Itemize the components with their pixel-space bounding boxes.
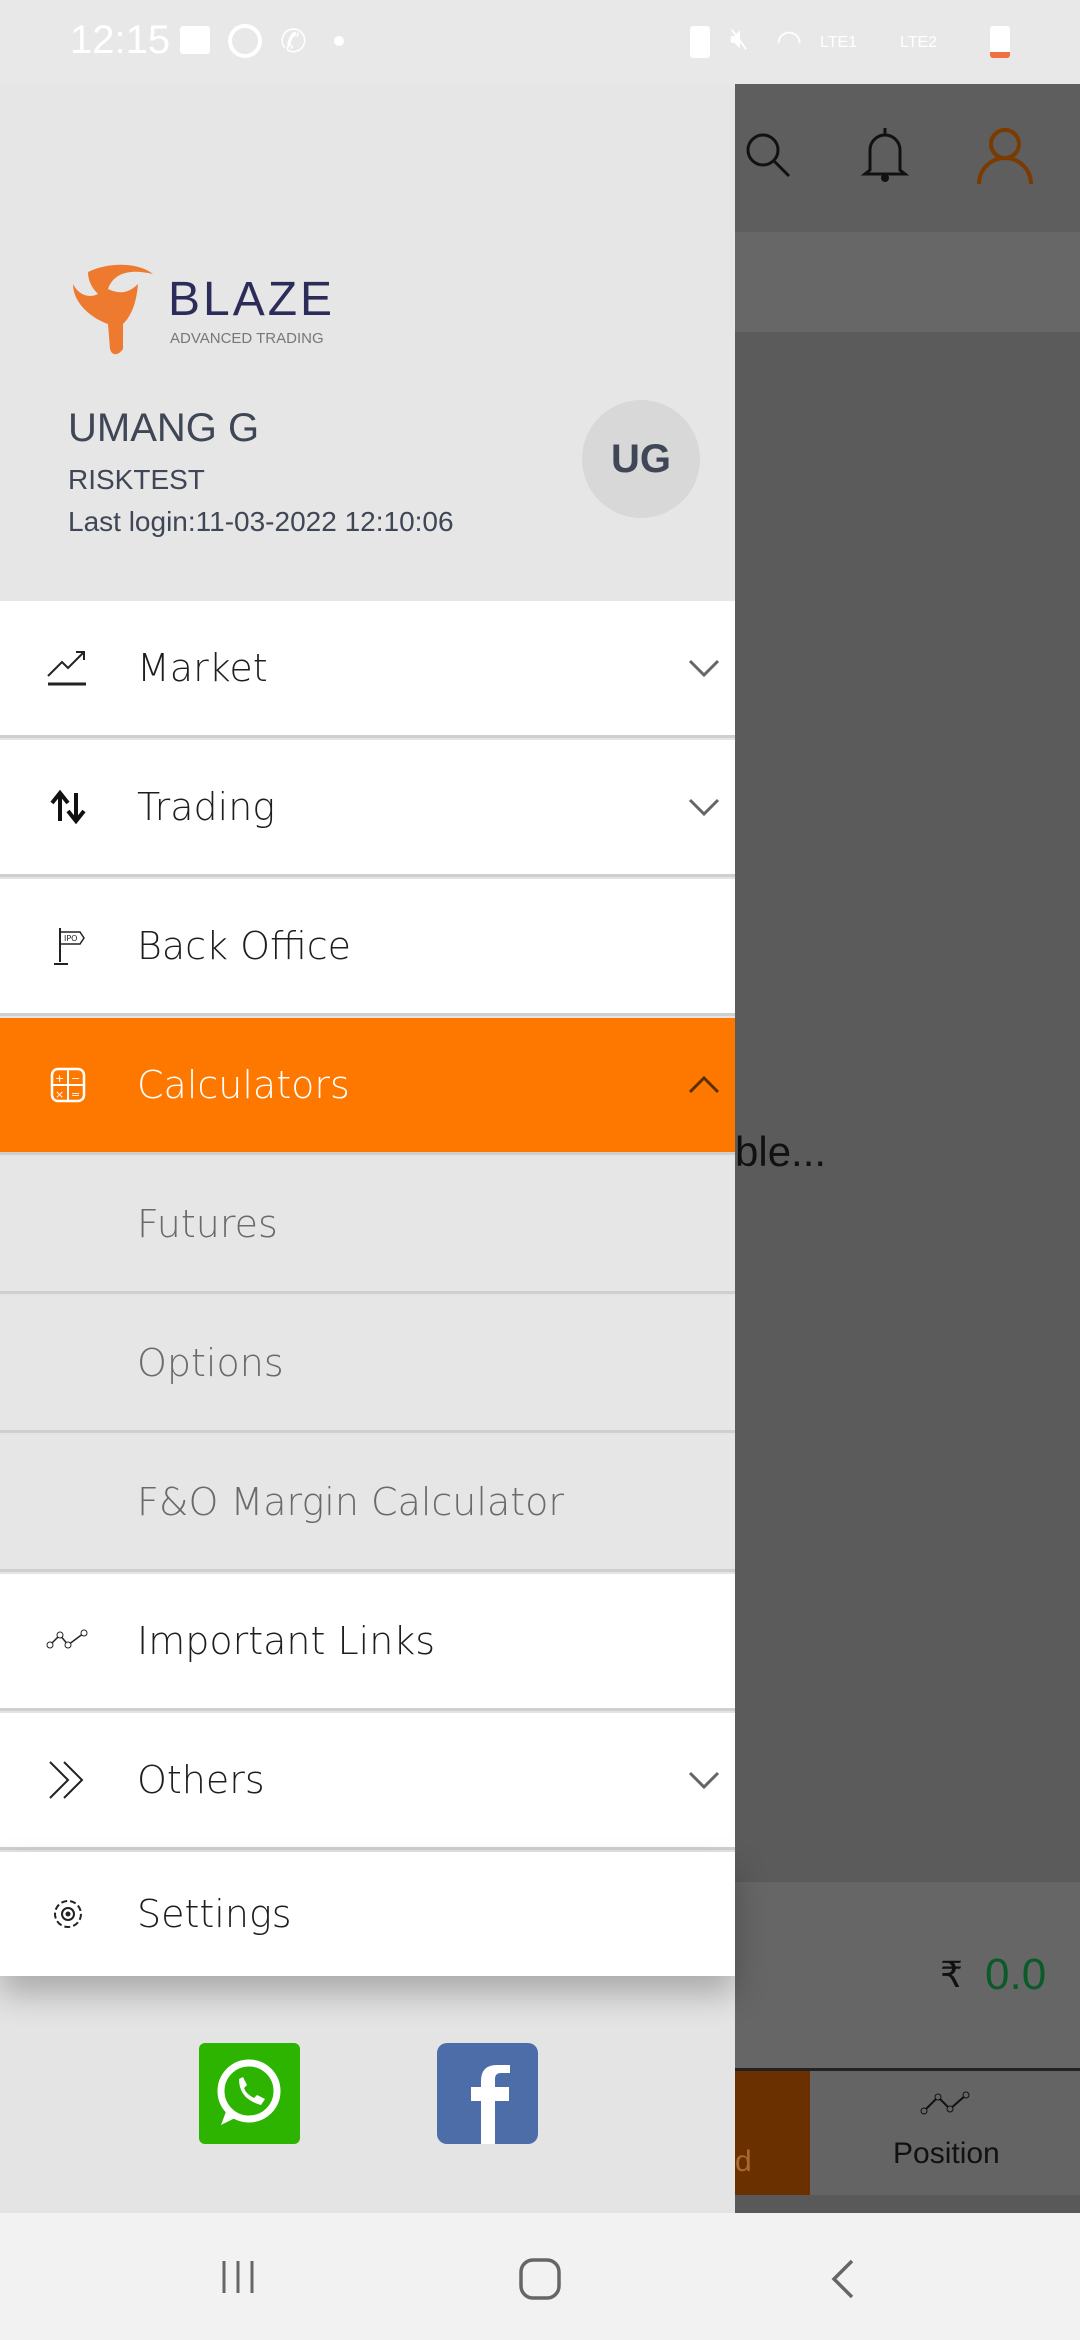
blaze-logo: BLAZE ADVANCED TRADING — [68, 264, 378, 359]
logo-tagline: ADVANCED TRADING — [170, 330, 324, 347]
menu-item-back-office[interactable]: IPO Back Office — [0, 879, 735, 1016]
whatsapp-icon[interactable] — [199, 2043, 300, 2144]
chevron-down-icon — [688, 659, 720, 678]
submenu-item-futures[interactable]: Futures — [0, 1157, 735, 1294]
battery-icon — [990, 26, 1010, 58]
chevron-down-icon — [688, 1771, 720, 1790]
recent-apps-icon[interactable] — [218, 2257, 258, 2297]
missed-call-icon: ✆ — [280, 23, 307, 59]
bottom-nav: d Position — [735, 2068, 1080, 2195]
menu-label: Important Links — [137, 1619, 436, 1663]
app-content: ble... — [735, 332, 1080, 1882]
menu-item-calculators[interactable]: + − × = Calculators — [0, 1018, 735, 1155]
avatar[interactable]: UG — [582, 400, 700, 518]
wifi-icon: ◠ — [776, 25, 803, 58]
svg-text:=: = — [71, 1088, 80, 1101]
double-chevron-icon — [49, 1761, 84, 1799]
gallery-notification-icon — [180, 26, 210, 54]
battery-saver-icon — [690, 26, 710, 58]
trending-up-icon — [47, 651, 86, 686]
search-icon[interactable] — [743, 130, 793, 180]
last-login: Last login:11-03-2022 12:10:06 — [68, 506, 454, 537]
menu-label: Calculators — [137, 1063, 350, 1107]
submenu-item-options[interactable]: Options — [0, 1296, 735, 1433]
whatsapp-notification-icon — [228, 24, 262, 58]
app-subheader — [735, 232, 1080, 332]
status-bar: 12:15 ✆ 🔇︎ ◠ LTE1 LTE2 — [0, 0, 1080, 84]
svg-text:−: − — [71, 1072, 80, 1085]
menu-label: Back Office — [137, 924, 352, 968]
ipo-flag-icon: IPO — [54, 928, 85, 965]
calculator-icon: + −× = — [50, 1067, 86, 1103]
svg-text:IPO: IPO — [64, 934, 77, 943]
tab-active[interactable]: d — [735, 2071, 810, 2195]
app-bottom-gap — [735, 2195, 1080, 2213]
gear-icon — [54, 1900, 82, 1928]
menu-item-important-links[interactable]: Important Links — [0, 1574, 735, 1711]
chevron-down-icon — [688, 798, 720, 817]
tab-position-label: Position — [893, 2137, 1000, 2170]
dot-icon — [334, 36, 344, 46]
menu-item-settings[interactable]: Settings — [0, 1852, 735, 1976]
rupee-icon: ₹ — [940, 1954, 963, 1995]
menu-item-trading[interactable]: Trading — [0, 740, 735, 877]
profile-icon[interactable] — [975, 126, 1035, 186]
loading-text: ble... — [735, 1128, 827, 1175]
logo-brand: BLAZE — [168, 273, 336, 326]
sim2-label: LTE2 — [900, 34, 938, 51]
amount-value: 0.0 — [985, 1950, 1047, 1999]
mute-icon: 🔇︎ — [730, 22, 749, 55]
home-icon[interactable] — [518, 2257, 562, 2301]
submenu-item-fo-margin-calculator[interactable]: F&O Margin Calculator — [0, 1435, 735, 1572]
menu-label: Futures — [137, 1202, 278, 1246]
chevron-up-icon — [688, 1075, 720, 1094]
nodes-icon — [46, 1629, 88, 1649]
menu-label: Others — [137, 1758, 265, 1802]
system-nav-bar — [0, 2213, 1080, 2340]
position-icon — [920, 2091, 970, 2115]
tab-position[interactable]: Position — [810, 2071, 1080, 2195]
drawer-header: BLAZE ADVANCED TRADING UMANG G RISKTEST … — [0, 84, 735, 601]
menu-item-others[interactable]: Others — [0, 1713, 735, 1850]
facebook-icon[interactable] — [437, 2043, 538, 2144]
menu-label: F&O Margin Calculator — [137, 1480, 564, 1524]
tab-active-label: d — [735, 2145, 752, 2178]
menu-label: Trading — [137, 785, 276, 829]
svg-text:×: × — [55, 1088, 64, 1101]
menu-label: Market — [137, 646, 268, 690]
user-name: UMANG G — [68, 406, 260, 450]
app-header — [735, 84, 1080, 232]
menu-item-market[interactable]: Market — [0, 601, 735, 738]
summary-bar: ₹ 0.0 — [735, 1882, 1080, 2068]
svg-text:+: + — [55, 1072, 64, 1085]
sim1-label: LTE1 — [820, 34, 858, 51]
bell-icon[interactable] — [860, 126, 910, 186]
trade-arrows-icon — [50, 789, 86, 825]
back-icon[interactable] — [828, 2257, 858, 2301]
menu-label: Settings — [137, 1892, 292, 1936]
user-id: RISKTEST — [68, 464, 205, 495]
menu-label: Options — [137, 1341, 284, 1385]
status-time: 12:15 — [70, 18, 171, 62]
